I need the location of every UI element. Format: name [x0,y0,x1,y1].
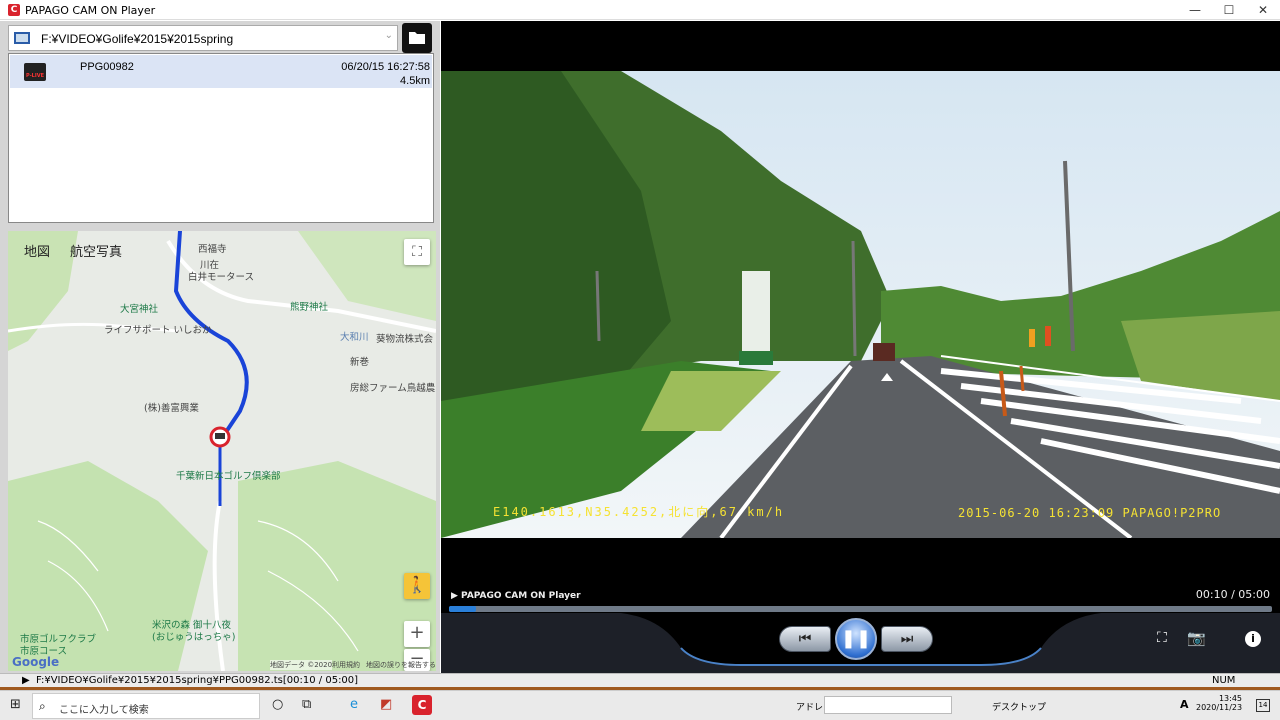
map-label: 大和川 [340,332,369,343]
folder-icon [409,32,425,44]
player-label: ▶ PAPAGO CAM ON Player [451,591,581,601]
status-text: F:¥VIDEO¥Golife¥2015¥2015spring¥PPG00982… [36,675,359,686]
street-view-pegman-icon[interactable]: 🚶 [404,573,430,599]
file-icon-label: P-LIVE [26,73,44,79]
computer-icon [14,32,30,44]
map-data-credit: 地図データ ©2020 [270,660,333,670]
map-label: 熊野神社 [290,302,329,313]
map-label: 千葉新日本ゴルフ倶楽部 [176,471,281,482]
file-row[interactable]: P-LIVE PPG00982 06/20/15 16:27:58 4.5km [10,55,432,88]
edge-icon[interactable]: e [350,697,358,712]
task-view-icon[interactable]: ⧉ [302,697,311,712]
next-button[interactable]: ⏭ [881,626,933,652]
ime-indicator[interactable]: A [1180,698,1189,711]
clock-date: 2020/11/23 [1196,703,1243,712]
maximize-button[interactable]: ☐ [1212,0,1246,20]
app-logo-icon: C [8,4,20,16]
search-placeholder: ここに入力して検索 [59,705,149,716]
file-distance: 4.5km [400,75,430,87]
map-label: ライフサポート いしおか [104,325,212,336]
open-folder-button[interactable] [402,23,432,53]
seek-progress [449,606,477,612]
map-view[interactable]: 地図 航空写真 ⛶ 西福寺 川在 白井モータース 大宮神社 熊野神社 ライフサポ… [8,231,436,671]
desktop-toolbar-label: デスクトップ [992,703,1047,713]
close-button[interactable]: ✕ [1246,0,1280,20]
info-icon: i [1251,632,1255,645]
playback-time: 00:10 / 05:00 [1195,588,1270,601]
info-button[interactable]: i [1245,631,1261,647]
fullscreen-icon: ⛶ [1157,630,1167,646]
title-bar: C PAPAGO CAM ON Player — ☐ ✕ [0,0,1280,20]
folder-path-text: F:¥VIDEO¥Golife¥2015¥2015spring [41,32,234,46]
window-title: PAPAGO CAM ON Player [25,4,156,17]
map-label: (株)善富興業 [144,403,199,414]
taskbar: ⊞ ⌕ ここに入力して検索 ○ ⧉ e ◩ C アドレス デスクトップ A 13… [0,690,1280,720]
windows-start-icon[interactable]: ⊞ [10,697,21,712]
file-name: PPG00982 [80,61,134,73]
notification-badge[interactable]: 14 [1256,699,1270,712]
report-error-link[interactable]: 地図の誤りを報告する [366,660,436,670]
file-list: P-LIVE PPG00982 06/20/15 16:27:58 4.5km [8,53,434,223]
previous-button[interactable]: ⏮ [779,626,831,652]
address-input[interactable] [824,696,952,714]
cortana-icon[interactable]: ○ [272,697,283,712]
snapshot-button[interactable]: 📷 [1187,629,1206,647]
tab-satellite[interactable]: 航空写真 [64,239,128,262]
zoom-in-button[interactable]: + [404,621,430,647]
map-label: (おじゅうはっちゃ) [152,632,236,643]
video-panel: E140.1613,N35.4252,北に向,67 km/h 2015-06-2… [441,21,1280,673]
terms-link[interactable]: 利用規約 [332,660,360,670]
seek-bar[interactable] [449,606,1272,612]
gps-overlay-text: E140.1613,N35.4252,北に向,67 km/h [493,505,785,519]
video-frame[interactable]: E140.1613,N35.4252,北に向,67 km/h 2015-06-2… [441,71,1280,538]
fullscreen-button[interactable]: ⛶ [1157,630,1167,646]
dashcam-scene [441,71,1280,538]
map-label: 新巻 [350,357,370,368]
skip-forward-icon: ⏭ [900,631,914,647]
papago-taskbar-icon[interactable]: C [412,695,432,715]
skip-back-icon: ⏮ [798,631,812,647]
left-panel: F:¥VIDEO¥Golife¥2015¥2015spring ⌄ P-LIVE… [0,21,440,673]
timestamp-overlay-text: 2015-06-20 16:23:09 PAPAGO!P2PRO [958,506,1222,520]
status-bar: ▶ F:¥VIDEO¥Golife¥2015¥2015spring¥PPG009… [0,673,1280,687]
map-label: 西福寺 [198,244,227,255]
num-lock-indicator: NUM [1212,675,1236,686]
google-logo: Google [12,655,60,669]
map-label: 大宮神社 [120,304,159,315]
map-label: 白井モータース [188,272,255,283]
file-date: 06/20/15 16:27:58 [341,61,430,73]
fullscreen-icon: ⛶ [412,244,422,260]
live-video-icon: P-LIVE [24,63,46,81]
search-icon: ⌕ [39,699,46,713]
clock[interactable]: 13:45 2020/11/23 [1196,694,1242,712]
fullscreen-map-button[interactable]: ⛶ [404,239,430,265]
tab-map[interactable]: 地図 [18,239,56,262]
pause-icon: ❚❚ [840,628,872,649]
map-label: 葵物流株式会 [376,334,434,345]
folder-path-combobox[interactable]: F:¥VIDEO¥Golife¥2015¥2015spring ⌄ [8,25,398,51]
clock-time: 13:45 [1218,694,1242,703]
chevron-down-icon[interactable]: ⌄ [385,30,393,41]
app-icon[interactable]: ◩ [380,697,392,712]
map-canvas[interactable] [8,231,436,671]
camera-icon: 📷 [1187,629,1206,647]
taskbar-search[interactable]: ⌕ ここに入力して検索 [32,693,260,719]
play-icon: ▶ [22,675,30,686]
map-label: 房総ファーム鳥越農 [350,383,436,394]
pause-button[interactable]: ❚❚ [835,618,877,660]
minimize-button[interactable]: — [1178,0,1212,20]
